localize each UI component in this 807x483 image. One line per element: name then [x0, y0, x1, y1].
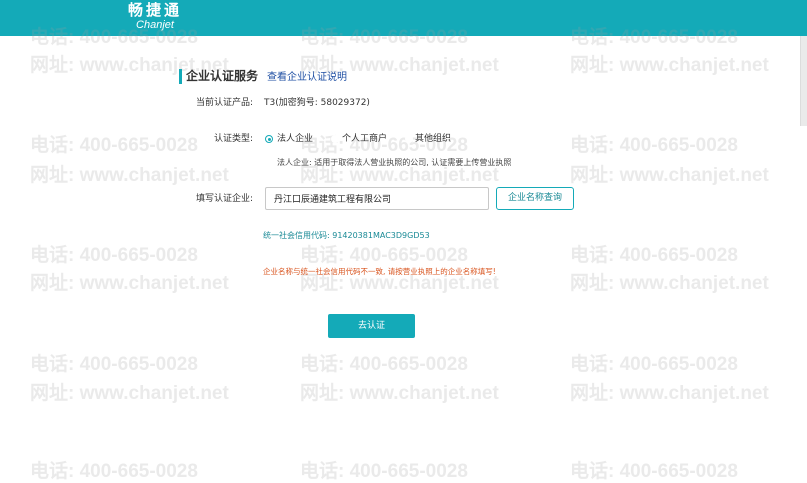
section-title: 企业认证服务	[186, 69, 259, 83]
product-value: T3(加密狗号: 58029372)	[264, 98, 370, 108]
watermark-site: 网址: www.chanjet.net	[570, 383, 769, 404]
watermark-phone: 电话: 400-665-0028	[570, 135, 738, 156]
watermark-phone: 电话: 400-665-0028	[30, 354, 198, 375]
watermark-phone: 电话: 400-665-0028	[30, 461, 198, 482]
watermark-phone: 电话: 400-665-0028	[570, 245, 738, 266]
watermark-phone: 电话: 400-665-0028	[30, 245, 198, 266]
cert-type-label: 认证类型:	[214, 134, 254, 144]
radio-other-org[interactable]	[405, 135, 413, 143]
chanjet-logo[interactable]: 畅捷通 Chanjet	[120, 1, 190, 32]
watermark-site: 网址: www.chanjet.net	[300, 383, 499, 404]
watermark-site: 网址: www.chanjet.net	[570, 165, 769, 186]
logo-english: Chanjet	[136, 19, 174, 31]
scrollbar[interactable]	[800, 36, 807, 126]
watermark-site: 网址: www.chanjet.net	[30, 383, 229, 404]
radio-legal-entity-label[interactable]: 法人企业	[277, 133, 313, 145]
company-name-input[interactable]	[265, 187, 489, 210]
watermark-site: 网址: www.chanjet.net	[30, 165, 229, 186]
error-message: 企业名称与统一社会信用代码不一致, 请按营业执照上的企业名称填写!	[263, 267, 496, 276]
watermark-phone: 电话: 400-665-0028	[570, 354, 738, 375]
watermark-site: 网址: www.chanjet.net	[570, 55, 769, 76]
submit-certification-button[interactable]: 去认证	[328, 314, 415, 338]
watermark-site: 网址: www.chanjet.net	[30, 273, 229, 294]
watermark-phone: 电话: 400-665-0028	[570, 461, 738, 482]
view-cert-instructions-link[interactable]: 查看企业认证说明	[267, 70, 347, 85]
radio-individual-business-label[interactable]: 个人工商户	[342, 133, 387, 145]
radio-legal-entity[interactable]	[265, 135, 273, 143]
product-label: 当前认证产品:	[196, 98, 254, 108]
radio-other-org-label[interactable]: 其他组织	[415, 133, 451, 145]
watermark-site: 网址: www.chanjet.net	[570, 273, 769, 294]
logo-chinese: 畅捷通	[127, 1, 182, 19]
watermark-phone: 电话: 400-665-0028	[300, 461, 468, 482]
watermark-phone: 电话: 400-665-0028	[300, 245, 468, 266]
radio-individual-business[interactable]	[331, 135, 339, 143]
company-label: 填写认证企业:	[196, 194, 254, 204]
watermark-phone: 电话: 400-665-0028	[300, 354, 468, 375]
credit-code-text: 统一社会信用代码: 91420381MAC3D9GD53	[263, 231, 430, 240]
top-header-bar: 畅捷通 Chanjet	[0, 0, 807, 36]
cert-type-hint: 法人企业: 适用于取得法人营业执照的公司, 认证需要上传营业执照	[277, 158, 512, 167]
section-accent-bar	[179, 69, 182, 84]
company-name-query-button[interactable]: 企业名称查询	[496, 187, 574, 210]
watermark-phone: 电话: 400-665-0028	[30, 135, 198, 156]
